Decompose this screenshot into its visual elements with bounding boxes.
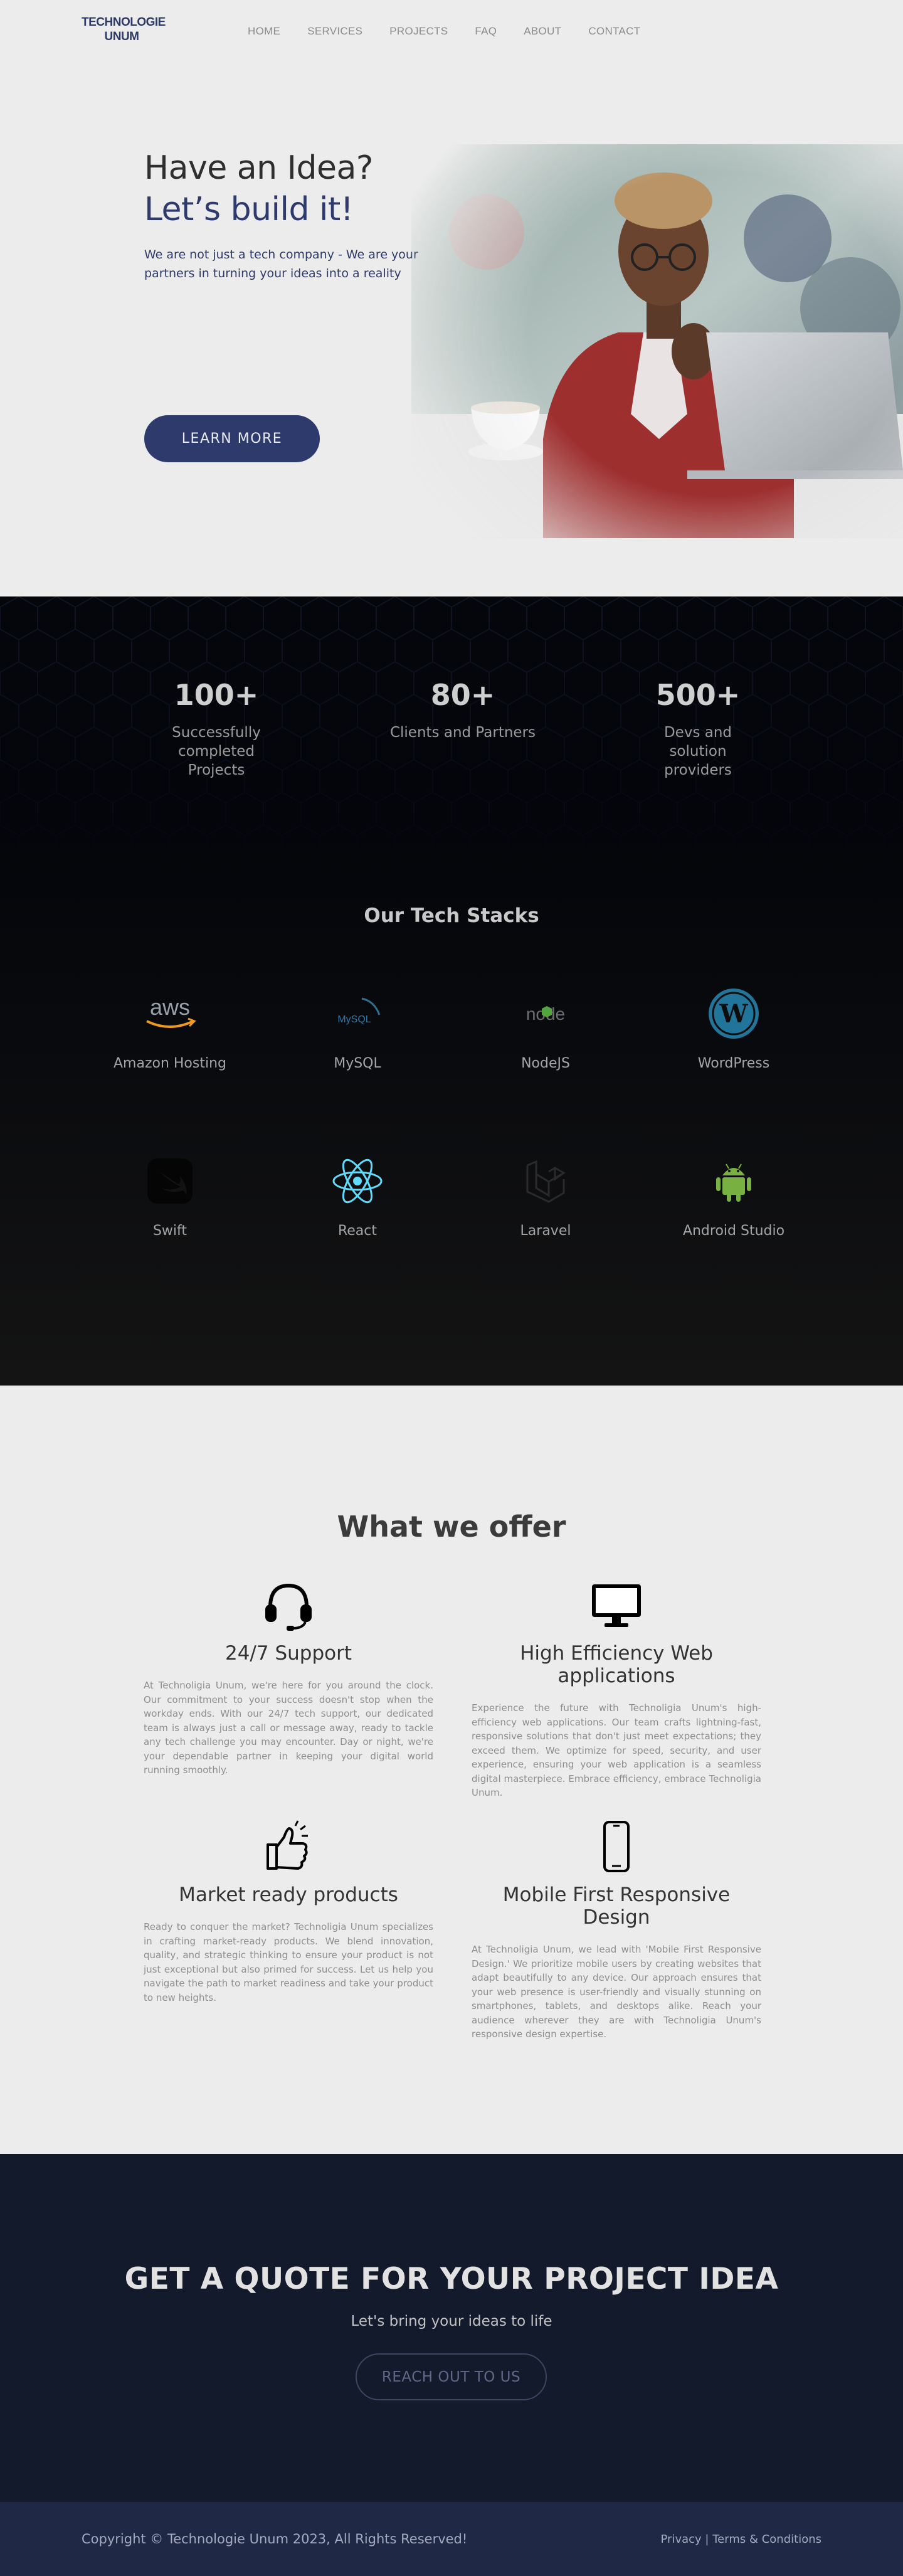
android-icon [640,1153,828,1209]
service-card-web-apps: High Efficiency Web applications Experie… [472,1577,761,1800]
tech-label: WordPress [697,1056,770,1071]
service-card-market-ready: Market ready products Ready to conquer t… [144,1818,433,2005]
nav-link-home[interactable]: HOME [248,25,280,38]
tech-stack-title: Our Tech Stacks [364,904,539,927]
tech-label: Swift [152,1223,187,1239]
site-footer: Copyright © Technologie Unum 2023, All R… [0,2502,903,2576]
logo-line1: TECHNOLOGIE [82,16,166,29]
service-card-support: 24/7 Support At Technoligia Unum, we're … [144,1577,433,1778]
tech-label: NodeJS [521,1056,570,1071]
tech-label: Laravel [520,1223,571,1239]
nav-link-about[interactable]: ABOUT [524,25,561,38]
stat-devs: 500+ Devs and solution providers [604,678,792,780]
stat-label: Successfully completed Projects [172,724,261,778]
stat-value: 500+ [655,678,741,712]
thumbs-up-icon [144,1818,433,1875]
tech-label: React [337,1223,378,1239]
smartphone-icon [472,1818,761,1875]
tech-item-android: Android Studio [640,1153,828,1239]
stat-label: Clients and Partners [389,724,536,741]
hero-text: Have an Idea? Let’s build it! We are not… [144,147,426,283]
stat-clients: 80+ Clients and Partners [369,678,557,742]
service-description: Experience the future with Technoligia U… [472,1702,761,1798]
tech-item-swift: Swift [76,1153,264,1239]
nav-link-faq[interactable]: FAQ [475,25,497,38]
tech-label: MySQL [334,1056,381,1071]
service-title: Market ready products [179,1884,398,1906]
svg-text:MySQL: MySQL [337,1014,371,1025]
quote-title: GET A QUOTE FOR YOUR PROJECT IDEA [124,2262,779,2296]
legal-links: Privacy | Terms & Conditions [661,2533,821,2546]
stat-label: Devs and solution providers [663,724,732,778]
quote-subtitle: Let's bring your ideas to life [351,2313,552,2330]
hero-section: Have an Idea? Let’s build it! We are not… [0,66,903,596]
tech-item-laravel: Laravel [452,1153,640,1239]
hero-subheading: Let’s build it! [144,191,354,228]
quote-section: GET A QUOTE FOR YOUR PROJECT IDEA Let's … [0,2154,903,2502]
stats-and-tech-section: 100+ Successfully completed Projects 80+… [0,596,903,1386]
site-logo[interactable]: TECHNOLOGIE UNUM [82,15,166,44]
nav-link-contact[interactable]: CONTACT [588,25,640,38]
copyright-text: Copyright © Technologie Unum 2023, All R… [82,2531,468,2547]
service-description: At Technoligia Unum, we're here for you … [144,1680,433,1776]
services-section: What we offer 24/7 Support At Technoligi… [0,1386,903,2154]
hero-heading: Have an Idea? [144,149,373,187]
svg-text:aws: aws [150,995,190,1020]
service-description: At Technoligia Unum, we lead with 'Mobil… [472,1944,761,2040]
svg-text:W: W [719,999,749,1029]
nav-link-projects[interactable]: PROJECTS [389,25,448,38]
tech-item-mysql: MySQL MySQL [263,985,452,1071]
service-card-mobile-first: Mobile First Responsive Design At Techno… [472,1818,761,2042]
service-title: 24/7 Support [224,1642,352,1665]
nav-links: HOME SERVICES PROJECTS FAQ ABOUT CONTACT [248,25,667,38]
stat-value: 80+ [430,678,495,712]
tech-label: Amazon Hosting [113,1056,227,1071]
hero-description: We are not just a tech company - We are … [144,248,418,280]
reach-out-button[interactable]: REACH OUT TO US [356,2353,547,2400]
services-title: What we offer [337,1510,566,1544]
monitor-icon [472,1577,761,1633]
wordpress-icon: W [640,985,828,1042]
tech-item-wordpress: W WordPress [640,985,828,1071]
tech-item-aws: aws Amazon Hosting [76,985,264,1071]
nodejs-icon: node [452,985,640,1042]
mysql-icon: MySQL [263,985,452,1042]
stat-value: 100+ [174,678,259,712]
logo-line2: UNUM [104,30,140,43]
terms-link[interactable]: Terms & Conditions [712,2533,821,2546]
service-description: Ready to conquer the market? Technoligia… [144,1921,433,2003]
learn-more-button[interactable]: LEARN MORE [144,415,320,462]
laravel-icon [452,1153,640,1209]
service-title: High Efficiency Web applications [520,1642,713,1687]
tech-label: Android Studio [682,1223,785,1239]
privacy-link[interactable]: Privacy [661,2533,702,2546]
headset-icon [144,1577,433,1633]
service-title: Mobile First Responsive Design [502,1884,731,1929]
react-icon [263,1153,452,1209]
swift-icon [76,1153,264,1209]
nav-link-services[interactable]: SERVICES [307,25,362,38]
aws-icon: aws [76,985,264,1042]
tech-item-nodejs: node NodeJS [452,985,640,1071]
hero-photo [411,144,903,538]
link-separator: | [705,2533,709,2546]
top-navigation: TECHNOLOGIE UNUM HOME SERVICES PROJECTS … [0,0,903,66]
tech-item-react: React [263,1153,452,1239]
stat-projects: 100+ Successfully completed Projects [122,678,310,780]
